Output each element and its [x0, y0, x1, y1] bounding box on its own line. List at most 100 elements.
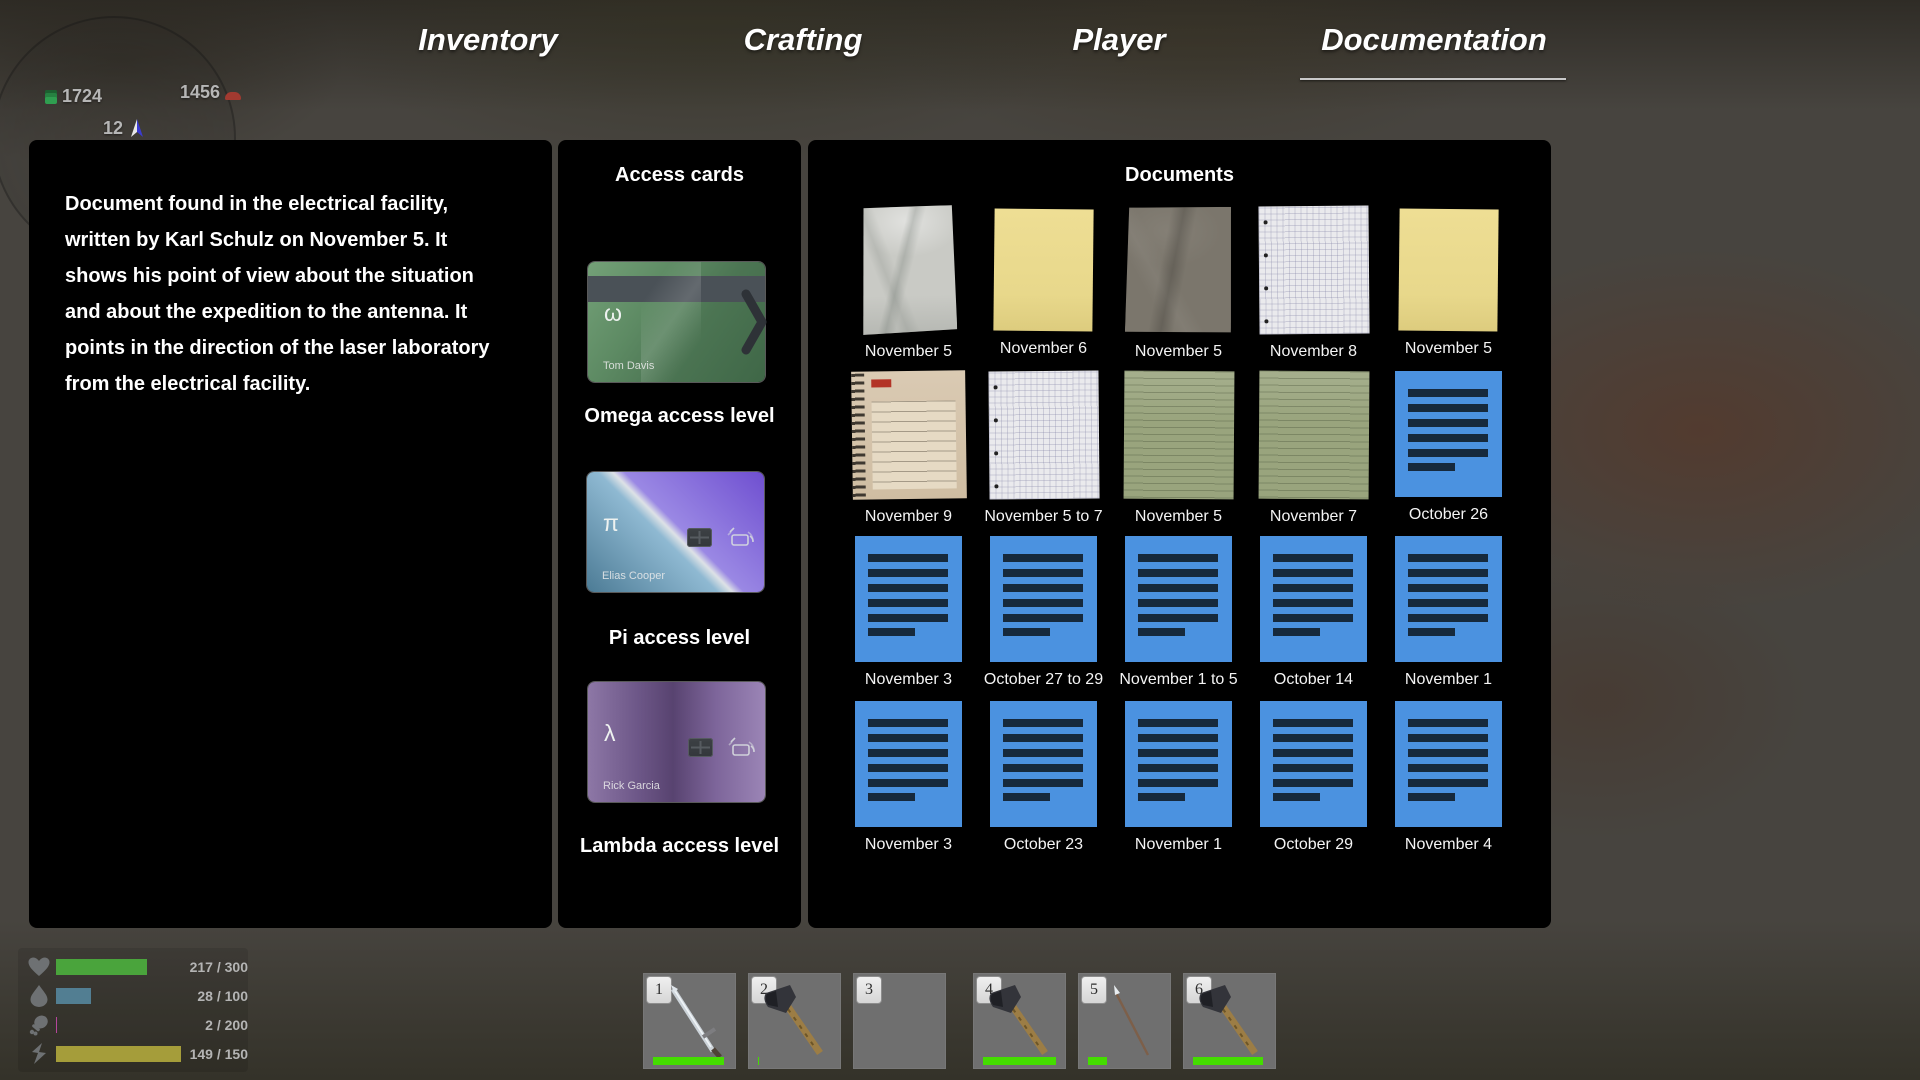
hotbar-slot-6[interactable]: 6 [1183, 973, 1276, 1069]
pi-symbol: π [603, 512, 619, 535]
energy-stat: 149 / 150 [18, 1039, 248, 1068]
document-thumbnail [990, 701, 1097, 827]
player-stats: 217 / 300 28 / 100 2 / 200 149 / 150 [18, 948, 248, 1072]
document-date: November 5 [1135, 508, 1222, 526]
document-thumbnail [1125, 536, 1232, 662]
battery-icon [45, 90, 57, 104]
food-value: 2 / 200 [186, 1017, 248, 1033]
minimap-green-counter: 1724 [45, 86, 102, 107]
document-item[interactable]: November 9 [841, 369, 976, 534]
card-holder-name: Rick Garcia [603, 780, 660, 792]
tab-player[interactable]: Player [1072, 22, 1165, 58]
hotbar-slot-4[interactable]: 4 [973, 973, 1066, 1069]
document-item[interactable]: November 1 [1111, 699, 1246, 864]
document-item[interactable]: November 3 [841, 534, 976, 699]
document-item[interactable]: November 8 [1246, 204, 1381, 369]
document-date: November 8 [1270, 343, 1357, 361]
document-item[interactable]: November 4 [1381, 699, 1516, 864]
documents-grid: November 5 November 6 November 5 Novembe… [841, 204, 1516, 864]
document-item[interactable]: November 5 [1111, 204, 1246, 369]
slot-number: 3 [856, 976, 882, 1004]
hotbar-slot-2[interactable]: 2 [748, 973, 841, 1069]
document-description-panel: Document found in the electrical facilit… [29, 140, 552, 928]
documents-title: Documents [808, 164, 1551, 187]
document-thumbnail [1125, 701, 1232, 827]
document-thumbnail [988, 371, 1099, 500]
documents-panel: Documents November 5 November 6 November… [808, 140, 1551, 928]
minimap-red-counter: 1456 [180, 82, 241, 103]
pi-card-label: Pi access level [558, 627, 801, 650]
document-item[interactable]: October 14 [1246, 534, 1381, 699]
durability-bar [653, 1057, 724, 1065]
document-item[interactable]: November 7 [1246, 369, 1381, 534]
card-chip-icon [688, 738, 713, 757]
spear-icon [1086, 979, 1164, 1059]
document-item[interactable]: November 3 [841, 699, 976, 864]
water-stat: 28 / 100 [18, 981, 248, 1010]
document-date: November 3 [865, 836, 952, 854]
document-date: October 26 [1409, 506, 1488, 524]
next-card-chevron-icon[interactable] [741, 288, 767, 356]
access-cards-panel: Access cards ω Tom Davis Omega access le… [558, 140, 801, 928]
document-date: November 5 [1135, 343, 1222, 361]
durability-bar [1088, 1057, 1107, 1065]
access-card-pi[interactable]: π Elias Cooper [587, 472, 764, 592]
document-thumbnail [1124, 205, 1232, 335]
document-thumbnail [851, 370, 967, 500]
tab-documentation[interactable]: Documentation [1321, 22, 1547, 58]
document-item[interactable]: November 5 [1381, 204, 1516, 369]
document-thumbnail [1123, 371, 1234, 500]
heart-icon [26, 957, 52, 977]
health-stat: 217 / 300 [18, 952, 248, 981]
axe-icon [1191, 979, 1269, 1059]
document-item[interactable]: October 23 [976, 699, 1111, 864]
document-item[interactable]: November 1 to 5 [1111, 534, 1246, 699]
durability-bar [983, 1057, 1056, 1065]
document-thumbnail [1395, 536, 1502, 662]
tab-inventory[interactable]: Inventory [418, 22, 558, 58]
document-item[interactable]: November 6 [976, 204, 1111, 369]
document-item[interactable]: November 1 [1381, 534, 1516, 699]
document-item[interactable]: October 27 to 29 [976, 534, 1111, 699]
document-item[interactable]: November 5 [1111, 369, 1246, 534]
lightning-icon [26, 1043, 52, 1065]
tab-crafting[interactable]: Crafting [744, 22, 863, 58]
document-date: November 5 [865, 343, 952, 361]
water-value: 28 / 100 [186, 988, 248, 1004]
document-date: November 1 to 5 [1119, 671, 1237, 689]
document-date: November 7 [1270, 508, 1357, 526]
access-card-lambda[interactable]: λ Rick Garcia [588, 682, 765, 802]
card-holder-name: Tom Davis [603, 360, 654, 372]
sword-icon [651, 979, 729, 1059]
document-date: October 29 [1274, 836, 1353, 854]
document-thumbnail [1258, 206, 1369, 335]
hotbar-slot-3[interactable]: 3 [853, 973, 946, 1069]
document-thumbnail [1395, 371, 1502, 497]
document-thumbnail [1395, 701, 1502, 827]
health-value: 217 / 300 [186, 959, 248, 975]
hotbar-slot-5[interactable]: 5 [1078, 973, 1171, 1069]
access-card-omega[interactable]: ω Tom Davis [588, 262, 765, 382]
axe-icon [756, 979, 834, 1059]
document-description: Document found in the electrical facilit… [65, 186, 520, 402]
document-thumbnail [860, 205, 958, 335]
document-item[interactable]: October 29 [1246, 699, 1381, 864]
document-date: November 9 [865, 508, 952, 526]
document-item[interactable]: November 5 [841, 204, 976, 369]
contactless-icon [726, 526, 756, 550]
active-tab-underline [1300, 78, 1566, 80]
axe-icon [981, 979, 1059, 1059]
document-thumbnail [993, 208, 1093, 331]
hotbar-slot-1[interactable]: 1 [643, 973, 736, 1069]
minimap-bearing: 12 [103, 118, 146, 139]
document-item[interactable]: November 5 to 7 [976, 369, 1111, 534]
lambda-card-label: Lambda access level [558, 835, 801, 858]
document-date: October 23 [1004, 836, 1083, 854]
document-thumbnail [1398, 208, 1498, 331]
document-date: November 1 [1405, 671, 1492, 689]
document-date: October 14 [1274, 671, 1353, 689]
lambda-symbol: λ [604, 722, 616, 745]
access-cards-title: Access cards [558, 164, 801, 187]
card-holder-name: Elias Cooper [602, 570, 665, 582]
document-item[interactable]: October 26 [1381, 369, 1516, 534]
